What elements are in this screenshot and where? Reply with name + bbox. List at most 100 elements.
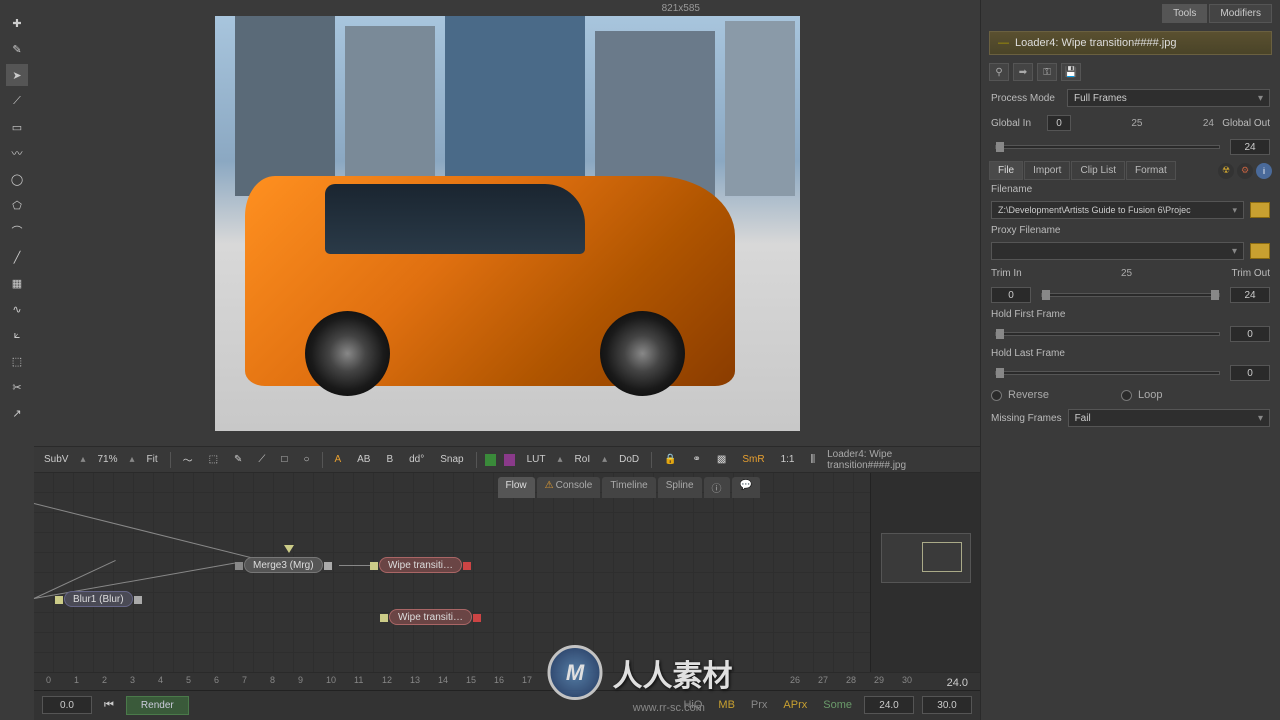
tool-curve-icon[interactable]: 〰: [6, 142, 28, 164]
nuclear-icon[interactable]: ☢: [1218, 163, 1234, 179]
time-range-field[interactable]: [922, 696, 972, 714]
panel-header[interactable]: Loader4: Wipe transition####.jpg: [989, 31, 1272, 55]
some-toggle[interactable]: Some: [819, 697, 856, 713]
wand2-icon[interactable]: ⟋: [254, 452, 269, 467]
tool-poly-icon[interactable]: ⬠: [6, 194, 28, 216]
subv-menu[interactable]: SubV: [40, 452, 72, 467]
tool-angle-icon[interactable]: ⟀: [6, 324, 28, 346]
key-icon[interactable]: ⚿: [1037, 63, 1057, 81]
fit-button[interactable]: Fit: [143, 452, 162, 467]
channel-a[interactable]: A: [330, 452, 345, 467]
roi-button[interactable]: RoI: [571, 452, 595, 467]
wave-icon[interactable]: 〜: [179, 450, 197, 469]
global-slider[interactable]: [995, 145, 1220, 149]
tab-timeline[interactable]: Timeline: [602, 477, 655, 498]
zoom-level[interactable]: 71%: [94, 452, 122, 467]
time-current-field[interactable]: [864, 696, 914, 714]
tab-format[interactable]: Format: [1126, 161, 1176, 180]
hold-last-slider[interactable]: [995, 371, 1220, 375]
node-blur1[interactable]: Blur1 (Blur): [64, 591, 133, 607]
node-wipe1[interactable]: Wipe transiti…: [379, 557, 462, 573]
tool-circle-icon[interactable]: ◯: [6, 168, 28, 190]
link-icon[interactable]: ⚭: [689, 452, 705, 467]
tool-grid-icon[interactable]: ▦: [6, 272, 28, 294]
tool-arrow-icon[interactable]: ➤: [6, 64, 28, 86]
scale-button[interactable]: 1:1: [777, 452, 799, 467]
play-back-icon[interactable]: ⏮: [100, 697, 118, 714]
filename-field[interactable]: Z:\Development\Artists Guide to Fusion 6…: [991, 201, 1244, 219]
dod-button[interactable]: DoD: [615, 452, 643, 467]
aprx-toggle[interactable]: APrx: [779, 697, 811, 713]
color-green[interactable]: [485, 454, 496, 466]
tool-move-icon[interactable]: ↗: [6, 402, 28, 424]
viewer-toolbar: SubV▴ 71%▴ Fit 〜 ⬚ ✎ ⟋ □ ○ A AB B dd° Sn…: [34, 446, 980, 472]
checker-icon[interactable]: ▩: [713, 452, 730, 467]
tab-modifiers[interactable]: Modifiers: [1209, 4, 1272, 23]
tool-path-icon[interactable]: ⌒: [6, 220, 28, 242]
tab-import[interactable]: Import: [1024, 161, 1070, 180]
pin-icon[interactable]: ⚲: [989, 63, 1009, 81]
tool-brush-icon[interactable]: ✎: [6, 38, 28, 60]
circle2-icon[interactable]: ○: [299, 452, 313, 467]
tab-spline[interactable]: Spline: [658, 477, 702, 498]
node-merge3[interactable]: Merge3 (Mrg): [244, 557, 323, 573]
smr-button[interactable]: SmR: [738, 452, 768, 467]
hold-first-slider[interactable]: [995, 332, 1220, 336]
snap-button[interactable]: Snap: [436, 452, 467, 467]
tool-cut-icon[interactable]: ✂: [6, 376, 28, 398]
proxy-field[interactable]: [991, 242, 1244, 260]
time-ruler[interactable]: 0 1 2 3 4 5 6 7 8 9 10 11 12 13 14 15 16…: [34, 673, 980, 691]
tree-icon[interactable]: ⬚: [205, 452, 222, 467]
trim-in-field[interactable]: [991, 287, 1031, 303]
tab-console[interactable]: Console: [537, 477, 601, 498]
disk-icon[interactable]: 💾: [1061, 63, 1081, 81]
flow-navigator[interactable]: [870, 473, 980, 672]
trim-out-field[interactable]: [1230, 287, 1270, 303]
prx-toggle[interactable]: Prx: [747, 697, 772, 713]
tool-marquee-icon[interactable]: ⬚: [6, 350, 28, 372]
reverse-radio[interactable]: [991, 390, 1002, 401]
flow-canvas[interactable]: Flow Console Timeline Spline ⓘ 💬 Merge3 …: [34, 473, 870, 672]
channel-ab[interactable]: AB: [353, 452, 374, 467]
time-start-field[interactable]: [42, 696, 92, 714]
tab-file[interactable]: File: [989, 161, 1023, 180]
loop-label: Loop: [1138, 389, 1162, 401]
tab-chat-icon[interactable]: 💬: [732, 477, 760, 498]
process-mode-select[interactable]: Full Frames: [1067, 89, 1270, 107]
bars-icon[interactable]: ⫼: [807, 452, 820, 467]
trim-slider[interactable]: [1041, 293, 1220, 297]
gear-icon[interactable]: ⚙: [1237, 163, 1253, 179]
global-in-field[interactable]: [1047, 115, 1071, 131]
square-icon[interactable]: □: [277, 452, 291, 467]
hold-last-field[interactable]: [1230, 365, 1270, 381]
browse-filename-button[interactable]: [1250, 202, 1270, 218]
hold-first-field[interactable]: [1230, 326, 1270, 342]
node-wipe2[interactable]: Wipe transiti…: [389, 609, 472, 625]
render-button[interactable]: Render: [126, 696, 189, 715]
dd-button[interactable]: dd°: [405, 452, 428, 467]
pencil-icon[interactable]: ✎: [230, 452, 246, 467]
arrow-icon[interactable]: ➡: [1013, 63, 1033, 81]
mb-toggle[interactable]: MB: [714, 697, 739, 713]
tab-cliplist[interactable]: Clip List: [1071, 161, 1125, 180]
tool-wand-icon[interactable]: ⟋: [6, 90, 28, 112]
browse-proxy-button[interactable]: [1250, 243, 1270, 259]
missing-frames-select[interactable]: Fail: [1068, 409, 1270, 427]
info-icon[interactable]: i: [1256, 163, 1272, 179]
lut-button[interactable]: LUT: [523, 452, 550, 467]
tool-add-icon[interactable]: ✚: [6, 12, 28, 34]
lock-icon[interactable]: 🔒: [660, 452, 680, 467]
tool-wave-icon[interactable]: ∿: [6, 298, 28, 320]
merge-mask-port[interactable]: [284, 545, 294, 553]
viewer[interactable]: 821x585: [34, 0, 980, 446]
color-purple[interactable]: [504, 454, 515, 466]
tab-flow[interactable]: Flow: [498, 477, 535, 498]
channel-b[interactable]: B: [382, 452, 397, 467]
tab-tools[interactable]: Tools: [1162, 4, 1207, 23]
tool-line-icon[interactable]: ╱: [6, 246, 28, 268]
loop-radio[interactable]: [1121, 390, 1132, 401]
tool-palette: ✚ ✎ ➤ ⟋ ▭ 〰 ◯ ⬠ ⌒ ╱ ▦ ∿ ⟀ ⬚ ✂ ↗: [0, 0, 34, 720]
tab-info-icon[interactable]: ⓘ: [704, 477, 730, 498]
tool-rect-icon[interactable]: ▭: [6, 116, 28, 138]
global-out-field[interactable]: [1230, 139, 1270, 155]
